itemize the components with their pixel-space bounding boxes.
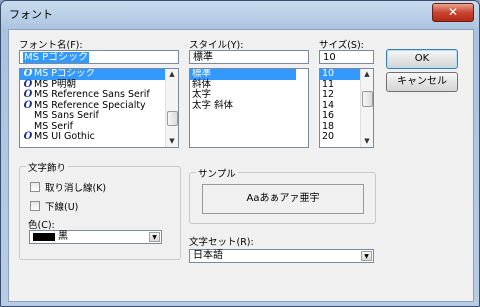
underline-label: 下線(U) [45,202,79,213]
strikeout-checkbox[interactable] [30,182,40,192]
script-select[interactable]: 日本語 ▼ [189,249,374,263]
effects-group-title: 文字飾り [26,160,69,174]
scroll-down-arrow-icon[interactable]: ▼ [361,136,373,147]
chevron-down-icon[interactable]: ▼ [361,251,372,261]
window-title: フォント [9,8,53,21]
style-label: スタイル(Y): [189,40,244,51]
font-list-item-label: MS Serif [34,120,74,132]
font-list-item-label: MS Pゴシック [34,68,95,79]
scroll-thumb[interactable] [167,111,178,126]
style-list-item-label: 斜体 [192,78,212,90]
font-list-item-label: MS Reference Specialty [34,99,146,111]
size-list-item-label: 11 [322,78,335,90]
font-list-item-label: MS Sans Serif [34,110,99,121]
effects-group: 文字飾り 取り消し線(K) 下線(U) 色(C): 黒 ▼ [19,160,181,260]
font-name-list[interactable]: O MS Pゴシック O MS P明朝 O MS Reference Sans Serif… [19,68,179,148]
font-list-item-label: MS UI Gothic [34,131,95,142]
size-list-item-label: 18 [322,120,335,132]
size-list-item-label: 20 [322,131,335,142]
style-list[interactable]: 標準 斜体 太字 太字 斜体 [189,68,309,148]
size-list-item-label: 14 [322,99,335,111]
font-list-item-label: MS Reference Sans Serif [34,89,150,100]
script-label: 文字セット(R): [189,237,254,248]
size-list-scrollbar[interactable]: ▲ ▼ [360,69,373,147]
opentype-font-icon: O [23,99,33,111]
size-input[interactable]: 10 [319,50,374,64]
sample-group-title: サンプル [196,166,238,180]
style-input[interactable]: 標準 [189,50,309,64]
underline-checkbox[interactable] [30,201,40,211]
script-select-value: 日本語 [193,250,223,261]
scroll-thumb[interactable] [362,91,373,107]
style-list-item-label: 太字 [192,89,212,100]
chevron-down-icon[interactable]: ▼ [149,232,160,242]
size-label: サイズ(S): [319,40,364,51]
font-name-input-value: MS Pゴシック [23,52,90,63]
font-dialog: フォント ✕ フォント名(F): MS Pゴシック O MS Pゴシック O MS P… [0,0,480,307]
size-list[interactable]: 10 11 12 14 16 18 20 ▲ ▼ [319,68,374,148]
ok-button[interactable]: OK [386,49,458,69]
opentype-font-icon: O [23,68,33,79]
font-list-item[interactable]: O MS UI Gothic [20,131,178,143]
strikeout-label: 取り消し線(K) [45,183,107,194]
sample-preview: Aaあぁアァ亜宇 [202,184,364,214]
close-icon[interactable]: ✕ [432,3,474,22]
opentype-font-icon: O [23,131,33,142]
scroll-up-arrow-icon[interactable]: ▲ [361,69,373,80]
cancel-button[interactable]: キャンセル [386,72,458,92]
font-name-input[interactable]: MS Pゴシック [19,50,179,64]
style-list-item[interactable]: 太字 斜体 [190,99,308,112]
scroll-up-arrow-icon[interactable]: ▲ [166,69,178,80]
opentype-font-icon: O [23,89,33,100]
style-list-item-label: 太字 斜体 [192,99,234,111]
color-label: 色(C): [28,220,55,231]
font-list-item-label: MS P明朝 [34,78,76,90]
color-select-value: 黒 [58,231,68,242]
font-name-label: フォント名(F): [19,40,83,51]
color-select[interactable]: 黒 ▼ [29,230,162,244]
size-list-item-label: 16 [322,110,335,121]
sample-group: サンプル Aaあぁアァ亜宇 [189,166,376,224]
dialog-body: フォント名(F): MS Pゴシック O MS Pゴシック O MS P明朝 O MS R… [8,29,474,302]
size-list-item-label: 10 [322,68,335,79]
size-list-item-label: 12 [322,89,335,100]
color-swatch [33,233,55,241]
scroll-down-arrow-icon[interactable]: ▼ [166,136,178,147]
style-list-item-label: 標準 [192,68,212,79]
title-bar[interactable]: フォント ✕ [1,1,479,25]
style-list-scrollbar [296,69,308,147]
font-list-scrollbar[interactable]: ▲ ▼ [165,69,178,147]
